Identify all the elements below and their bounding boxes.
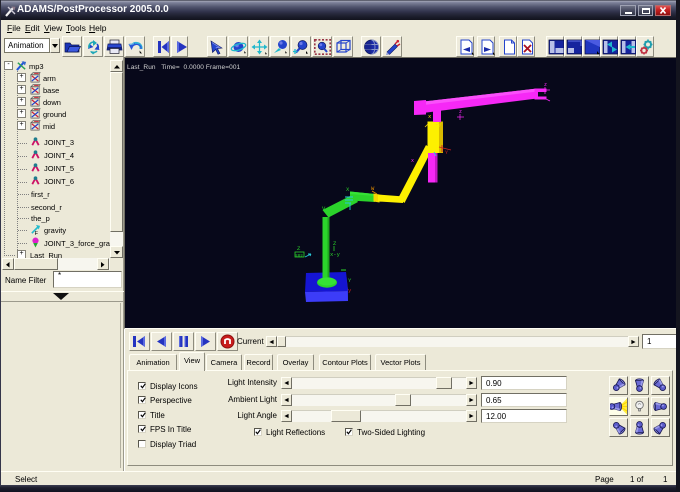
svg-text:Z: Z — [297, 245, 301, 252]
svg-text:Y: Y — [348, 277, 352, 284]
svg-text:z: z — [544, 82, 547, 88]
svg-text:W: W — [371, 185, 375, 192]
svg-text:y: y — [348, 287, 352, 294]
svg-text:Y: Y — [445, 150, 448, 156]
svg-text:x: x — [428, 113, 432, 120]
svg-text:X: X — [346, 186, 350, 193]
svg-text:EB3: EB3 — [296, 255, 304, 259]
svg-text:x: x — [411, 158, 414, 164]
svg-text:z: z — [459, 109, 462, 115]
svg-text:-y: -y — [435, 121, 442, 128]
svg-text:x-y: x-y — [330, 251, 341, 258]
svg-text:Z: Z — [333, 240, 337, 247]
svg-text:F: F — [35, 231, 39, 235]
